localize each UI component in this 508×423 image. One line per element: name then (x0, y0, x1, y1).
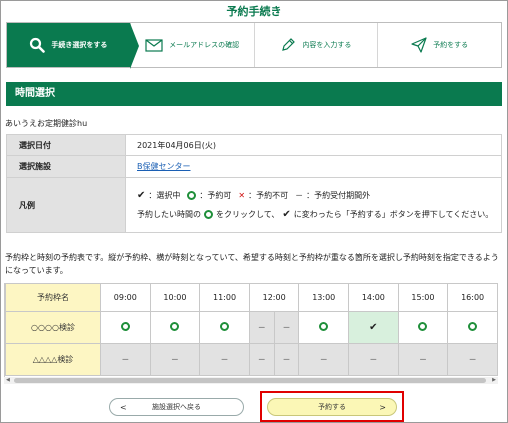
course-name: あいうえお定期健診hu (5, 119, 88, 128)
chevron-left-icon: < (120, 402, 127, 412)
step-confirm-email: メールアドレスの確認 (131, 23, 255, 67)
reserve-button[interactable]: 予約する > (267, 398, 397, 416)
slot-name: ○○○○検診 (5, 311, 102, 344)
checkmark-icon: ✔ (282, 209, 291, 220)
reserve-button-highlight: 予約する > (260, 391, 404, 422)
available-circle-icon (170, 322, 180, 331)
slot-cell-available[interactable] (149, 311, 201, 344)
slot-cell-closed: － (100, 343, 151, 376)
slot-cell-available[interactable] (447, 311, 498, 344)
legend-instruction-end: に変わったら「予約する」ボタンを押下してください。 (293, 210, 494, 219)
slot-cell-closed: － (348, 343, 399, 376)
slot-cell-closed: － (199, 343, 250, 376)
slot-cell-available[interactable] (100, 311, 151, 344)
date-label: 選択日付 (6, 134, 126, 156)
legend-outside-text: ：予約受付期間外 (306, 191, 371, 200)
step-select-procedure: 手続き選択をする (7, 23, 139, 69)
scroll-right-icon[interactable]: ▶ (492, 377, 496, 384)
back-to-facility-button[interactable]: < 施設選択へ戻る (109, 398, 244, 416)
slot-cell-closed: － (397, 343, 449, 376)
time-header: 13:00 (298, 283, 350, 312)
step-label: 手続き選択をする (51, 41, 108, 49)
slot-name: △△△△検診 (5, 343, 102, 376)
checkmark-icon: ✔ (137, 190, 146, 201)
available-circle-icon (220, 322, 230, 331)
slot-cell-available[interactable] (397, 311, 449, 344)
available-circle-icon (468, 322, 478, 331)
legend-instruction-post: をクリックして、 (216, 210, 280, 219)
slot-cell-available[interactable] (298, 311, 350, 344)
slot-name-header: 予約枠名 (5, 283, 102, 312)
slot-cell-closed: － (149, 343, 201, 376)
schedule-description: 予約枠と時刻の予約表です。縦が予約枠、横が時刻となっていて、希望する時刻と予約枠… (5, 253, 499, 275)
slot-cell-closed: － (273, 311, 300, 344)
step-label: 予約をする (433, 41, 469, 49)
pencil-icon (280, 37, 296, 53)
section-title: 時間選択 (6, 82, 502, 106)
envelope-icon (145, 38, 163, 52)
step-enter-details: 内容を入力する (255, 23, 379, 67)
slot-cell-closed: － (298, 343, 350, 376)
time-header: 15:00 (397, 283, 449, 312)
chevron-right-icon: > (379, 402, 386, 412)
legend-label: 凡例 (6, 177, 126, 233)
slot-cell-selected[interactable]: ✔ (348, 311, 399, 344)
facility-link[interactable]: B保健センター (137, 162, 191, 171)
time-header: 16:00 (447, 283, 498, 312)
time-header: 12:00 (248, 283, 300, 312)
slot-cell-closed: － (248, 343, 275, 376)
step-reserve: 予約をする (378, 23, 501, 67)
step-label: メールアドレスの確認 (169, 41, 240, 49)
selection-info-table: 選択日付 2021年04月06日(火) 選択施設 B保健センター 凡例 ✔ ：選… (6, 134, 502, 233)
legend-available-text: ：予約可 (199, 191, 232, 200)
time-header: 14:00 (348, 283, 399, 312)
available-circle-icon (204, 210, 213, 219)
paper-plane-icon (411, 37, 427, 53)
horizontal-scrollbar[interactable]: ◀ ▶ (4, 377, 498, 384)
slot-cell-closed: － (273, 343, 300, 376)
time-header: 11:00 (199, 283, 250, 312)
date-value: 2021年04月06日(火) (125, 134, 502, 156)
available-circle-icon (120, 322, 130, 331)
slot-cell-closed: － (248, 311, 275, 344)
available-circle-icon (418, 322, 428, 331)
legend-unavailable-text: ：予約不可 (248, 191, 289, 200)
available-circle-icon (319, 322, 329, 331)
time-header: 10:00 (149, 283, 201, 312)
facility-label: 選択施設 (6, 155, 126, 178)
checkmark-icon: ✔ (369, 322, 378, 333)
back-button-label: 施設選択へ戻る (152, 403, 201, 411)
available-circle-icon (187, 191, 197, 200)
slot-cell-available[interactable] (199, 311, 250, 344)
schedule-grid: 予約枠名 09:00 10:00 11:00 12:00 13:00 14:00… (4, 283, 498, 377)
step-label: 内容を入力する (302, 41, 352, 49)
time-header: 09:00 (100, 283, 151, 312)
scroll-thumb[interactable] (14, 378, 486, 383)
progress-steps: 手続き選択をする メールアドレスの確認 内容を入力する 予約をする (6, 22, 502, 69)
search-icon (29, 37, 46, 53)
legend-selected-text: ：選択中 (148, 191, 181, 200)
page-title: 予約手続き (226, 5, 282, 18)
reserve-button-label: 予約する (318, 403, 346, 411)
scroll-left-icon[interactable]: ◀ (6, 377, 10, 384)
unavailable-x-icon: ✕ (238, 191, 246, 200)
legend: ✔ ：選択中 ：予約可 ✕ ：予約不可 － ：予約受付期間外 予約したい時間の … (125, 177, 502, 233)
legend-instruction-pre: 予約したい時間の (137, 210, 201, 219)
slot-cell-closed: － (447, 343, 498, 376)
dash-icon: － (295, 191, 304, 200)
